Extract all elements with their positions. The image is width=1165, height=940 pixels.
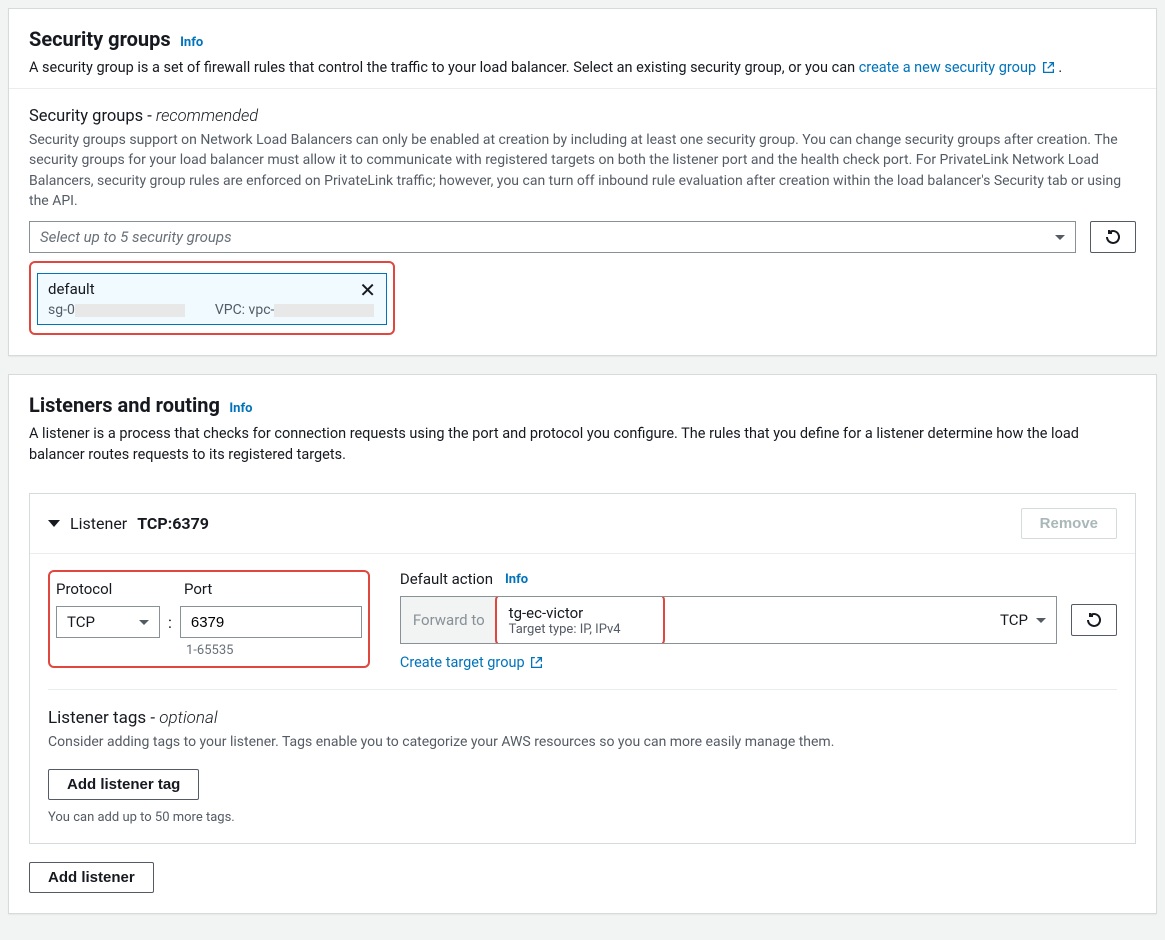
security-groups-header: Security groups Info A security group is… [9, 9, 1156, 89]
chevron-down-icon [1055, 235, 1065, 240]
listener-label: Listener [70, 514, 127, 533]
port-input[interactable] [180, 606, 362, 638]
forward-right: TCP [1000, 597, 1056, 643]
redacted-vpc-id [274, 304, 374, 317]
default-action-section: Default action Info Forward to tg-ec-vic… [400, 570, 1117, 671]
sg-select-placeholder: Select up to 5 security groups [40, 228, 232, 246]
sg-subheading-text: Security groups - [29, 107, 156, 126]
sg-chip-subline: sg-0 VPC: vpc- [48, 302, 376, 318]
create-target-group-link[interactable]: Create target group [400, 654, 543, 671]
refresh-target-groups-button[interactable] [1071, 604, 1117, 636]
target-group-protocol: TCP [1000, 611, 1028, 629]
collapse-listener-toggle[interactable] [48, 520, 60, 527]
target-group-highlight: tg-ec-victor Target type: IP, IPv4 [495, 596, 665, 644]
sg-subheading-italic: recommended [156, 107, 258, 126]
listener-head-left: Listener TCP:6379 [48, 514, 209, 533]
forward-to-select[interactable]: Forward to tg-ec-victor Target type: IP,… [400, 596, 1057, 644]
listener-card-body: Protocol Port TCP : [30, 554, 1135, 842]
listeners-intro: A listener is a process that checks for … [29, 423, 1136, 465]
security-groups-title: Security groups [29, 27, 171, 51]
sg-select-row: Select up to 5 security groups [29, 221, 1136, 253]
listener-tag-note: You can add up to 50 more tags. [48, 810, 1117, 825]
security-groups-body: Security groups - recommended Security g… [9, 89, 1156, 355]
target-group-subtext: Target type: IP, IPv4 [509, 622, 651, 637]
sg-subheading: Security groups - recommended [29, 107, 1136, 126]
listeners-info-link[interactable]: Info [229, 401, 252, 416]
security-groups-info-link[interactable]: Info [180, 35, 203, 50]
selected-sg-highlight: default ✕ sg-0 VPC: vpc- [29, 261, 395, 335]
security-groups-select[interactable]: Select up to 5 security groups [29, 221, 1076, 253]
refresh-security-groups-button[interactable] [1090, 221, 1136, 253]
security-groups-intro: A security group is a set of firewall ru… [29, 57, 1136, 78]
default-action-label: Default action [400, 570, 493, 588]
redacted-sg-id [75, 304, 185, 317]
default-action-info-link[interactable]: Info [505, 572, 528, 587]
listener-config-row: Protocol Port TCP : [48, 570, 1117, 671]
forward-to-label: Forward to [401, 597, 498, 643]
listeners-panel: Listeners and routing Info A listener is… [8, 374, 1157, 913]
selected-security-group-chip: default ✕ sg-0 VPC: vpc- [37, 273, 387, 325]
protocol-label: Protocol [56, 580, 160, 598]
refresh-icon [1105, 229, 1121, 245]
create-target-group-text: Create target group [400, 654, 525, 671]
protocol-port-highlight: Protocol Port TCP : [48, 570, 370, 668]
default-action-row: Forward to tg-ec-victor Target type: IP,… [400, 596, 1117, 644]
listener-tags-title: Listener tags - optional [48, 708, 1117, 728]
listeners-header: Listeners and routing Info A listener is… [9, 375, 1156, 475]
listener-card: Listener TCP:6379 Remove Protocol Port [29, 493, 1136, 843]
sg-description: Security groups support on Network Load … [29, 130, 1136, 211]
chevron-down-icon [139, 620, 149, 625]
sg-chip-sg-id: sg-0 [48, 302, 185, 318]
port-hint: 1-65535 [186, 643, 362, 658]
port-label: Port [184, 580, 212, 598]
remove-selected-sg-button[interactable]: ✕ [359, 280, 376, 300]
chevron-down-icon [1036, 618, 1046, 623]
security-groups-intro-text: A security group is a set of firewall ru… [29, 59, 859, 76]
security-groups-panel: Security groups Info A security group is… [8, 8, 1157, 356]
protocol-port-inputs: TCP : [56, 606, 362, 638]
create-security-group-link-text: create a new security group [859, 59, 1036, 76]
protocol-select-value: TCP [67, 613, 95, 631]
listener-value: TCP:6379 [137, 514, 209, 533]
listener-card-header: Listener TCP:6379 Remove [30, 494, 1135, 554]
listeners-title: Listeners and routing [29, 393, 220, 417]
refresh-icon [1086, 612, 1102, 628]
add-listener-tag-button[interactable]: Add listener tag [48, 769, 199, 800]
default-action-label-row: Default action Info [400, 570, 1117, 588]
sg-chip-name: default [48, 280, 376, 298]
listeners-body: Listener TCP:6379 Remove Protocol Port [9, 475, 1156, 912]
divider [48, 689, 1117, 690]
sg-intro-period: . [1058, 59, 1062, 76]
listener-tags-italic: optional [159, 708, 217, 728]
create-security-group-link[interactable]: create a new security group [859, 59, 1059, 76]
sg-chip-vpc-id: VPC: vpc- [215, 302, 375, 318]
colon-separator: : [168, 613, 172, 632]
target-group-name: tg-ec-victor [509, 604, 651, 622]
listener-tags-desc: Consider adding tags to your listener. T… [48, 732, 1117, 752]
remove-listener-button[interactable]: Remove [1021, 508, 1117, 539]
protocol-select[interactable]: TCP [56, 606, 160, 638]
external-link-icon [530, 656, 543, 669]
external-link-icon [1042, 61, 1055, 74]
